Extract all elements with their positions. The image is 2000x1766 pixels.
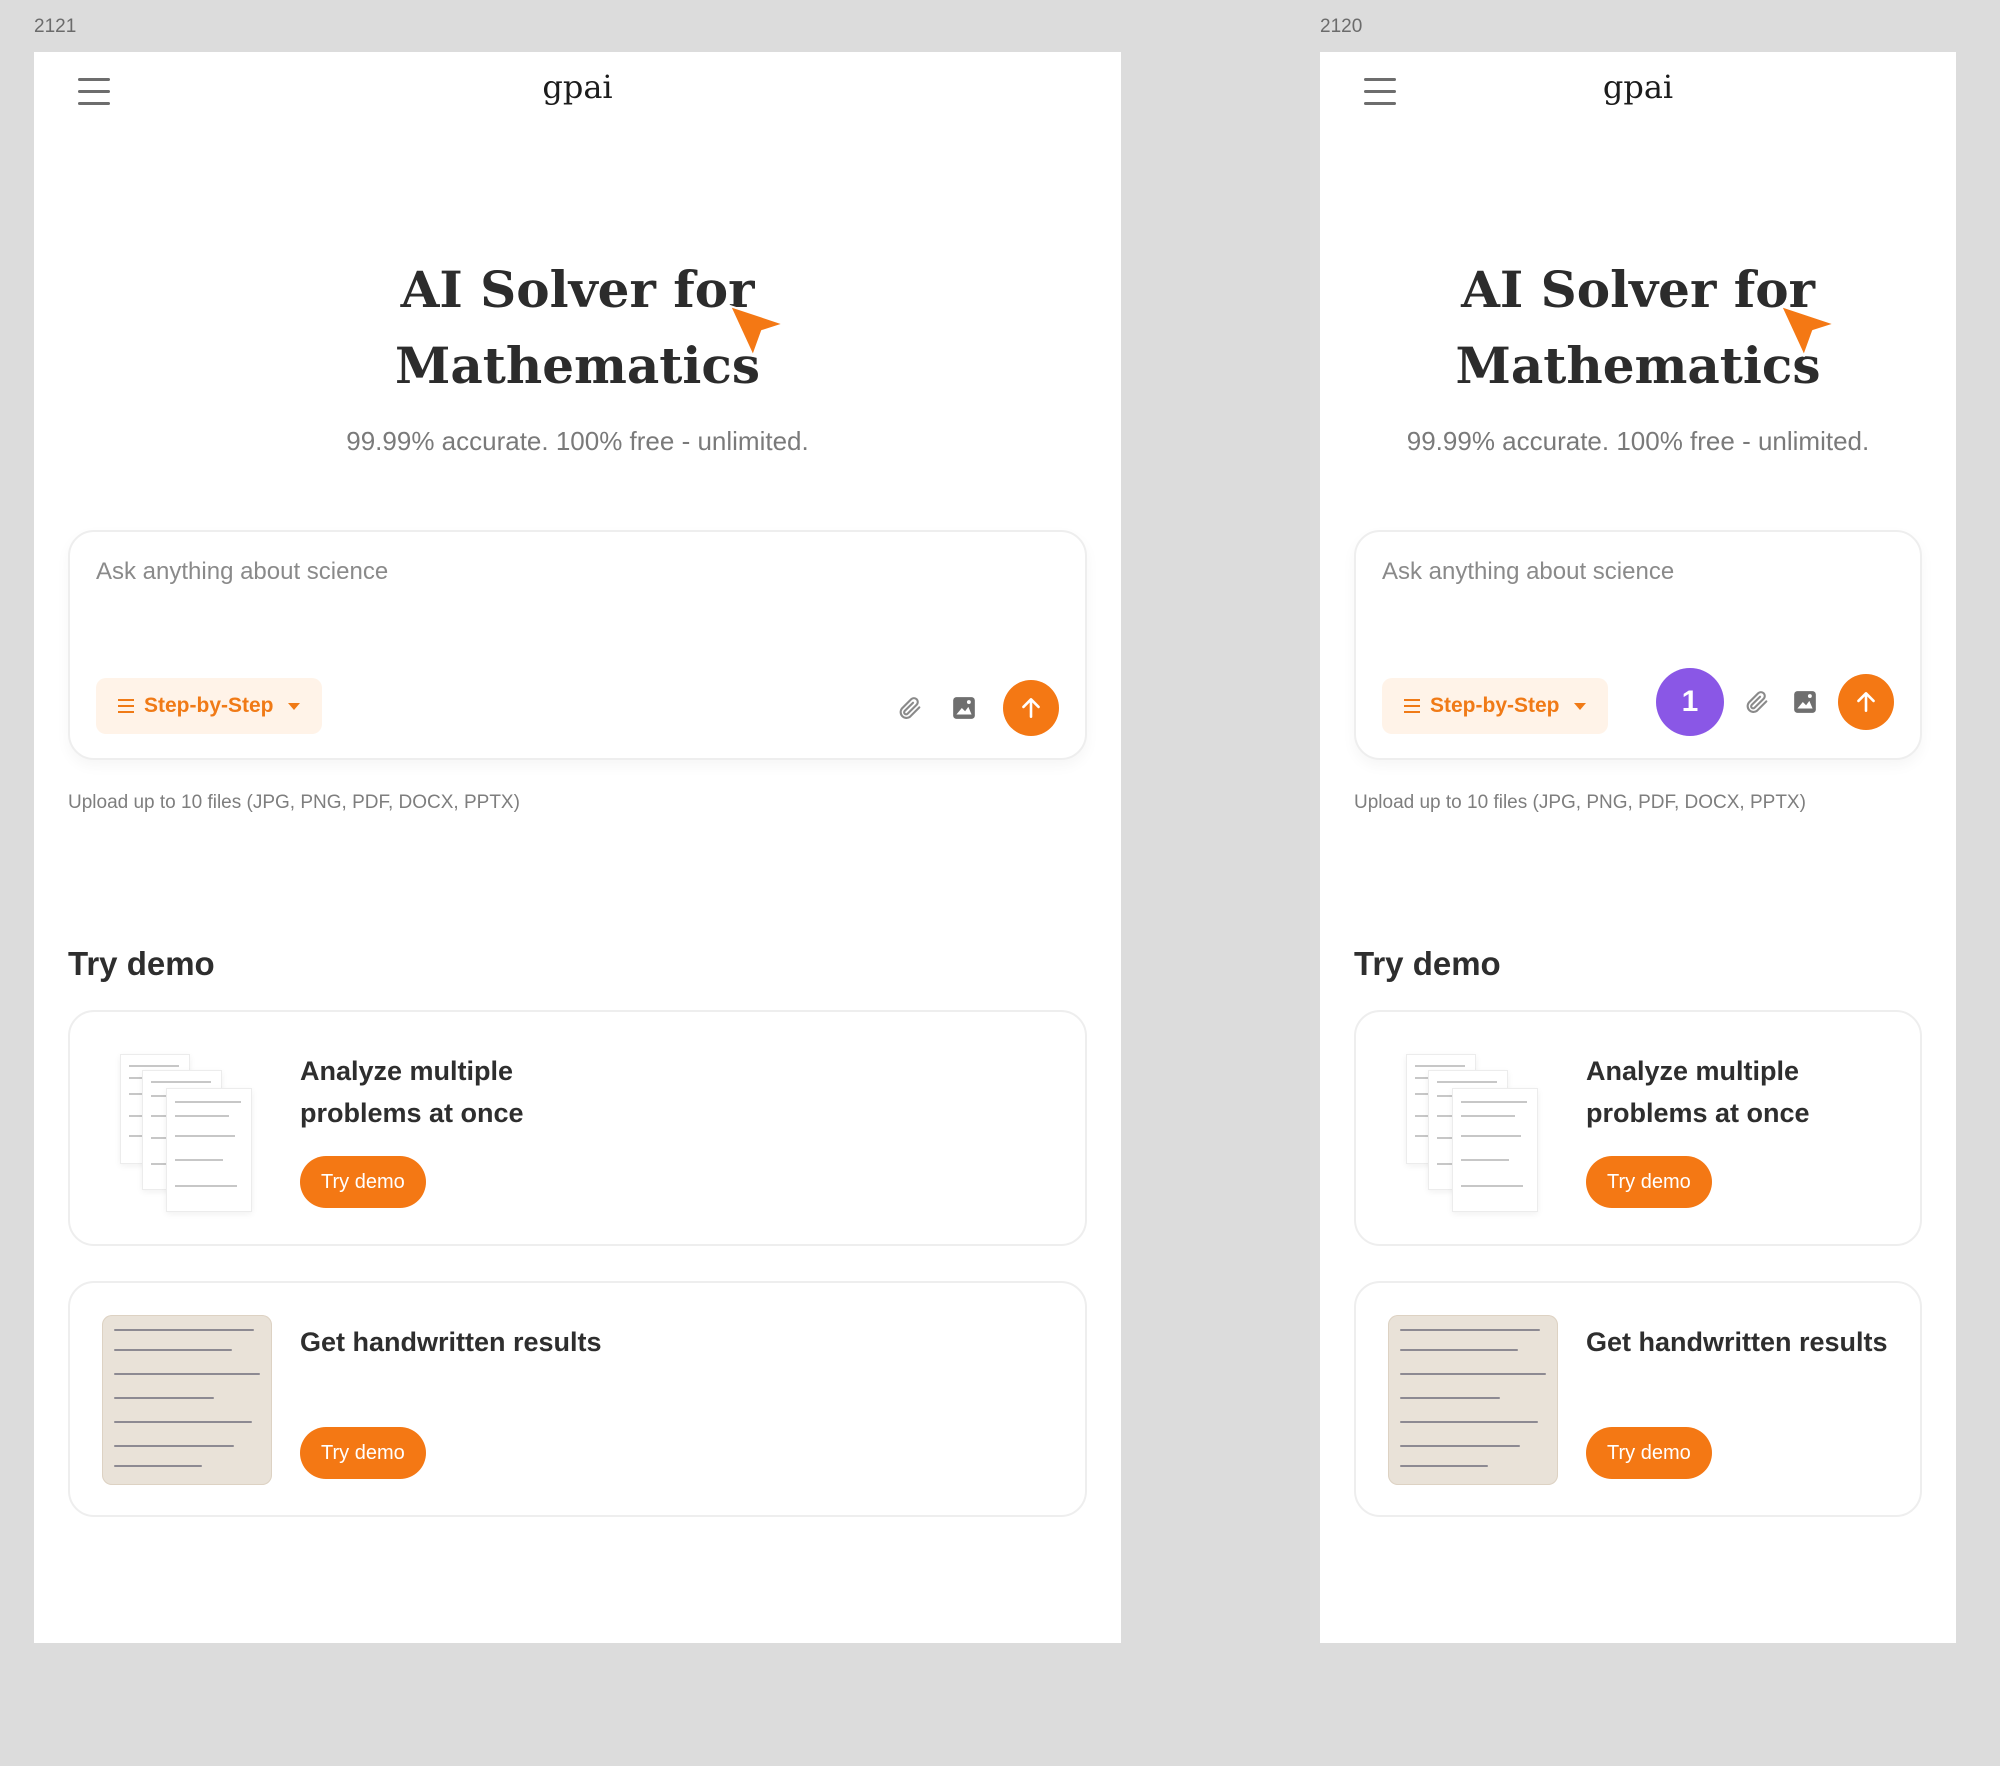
demo-card-handwritten[interactable]: Get handwritten results Try demo <box>1354 1281 1922 1517</box>
cursor-arrow-icon <box>729 305 785 357</box>
try-demo-button[interactable]: Try demo <box>300 1427 426 1479</box>
frame-label: 2121 <box>34 16 77 37</box>
attach-button[interactable] <box>1742 687 1772 717</box>
hero-title: AI Solver for Mathematics <box>34 252 1121 404</box>
paperclip-icon <box>899 697 921 719</box>
logo[interactable]: gpai <box>34 68 1121 106</box>
hero-title: AI Solver for Mathematics <box>1320 252 1956 404</box>
demo-card-multiple-problems[interactable]: Analyze multiple problems at once Try de… <box>1354 1010 1922 1246</box>
paperclip-icon <box>1746 691 1768 713</box>
multi-document-thumbnail <box>102 1044 272 1214</box>
handwritten-notes-thumbnail <box>1388 1315 1558 1485</box>
image-upload-button[interactable] <box>949 693 979 723</box>
try-demo-button[interactable]: Try demo <box>300 1156 426 1208</box>
mode-dropdown[interactable]: Step-by-Step <box>1382 678 1608 734</box>
hero-title-line-2: Mathematics <box>395 336 760 395</box>
demo-card-title: Analyze multiple problems at once <box>300 1056 524 1128</box>
arrow-up-icon <box>1857 692 1875 712</box>
mode-dropdown[interactable]: Step-by-Step <box>96 678 322 734</box>
send-button[interactable] <box>1838 674 1894 730</box>
try-demo-button[interactable]: Try demo <box>1586 1156 1712 1208</box>
question-input[interactable]: Ask anything about science <box>1382 558 1674 586</box>
caret-down-icon <box>287 702 300 710</box>
input-toolbar: 1 <box>1656 668 1894 736</box>
demo-section-title: Try demo <box>1354 945 1501 982</box>
demo-card-title: Get handwritten results <box>1586 1327 1888 1357</box>
list-icon <box>118 699 134 713</box>
mode-dropdown-label: Step-by-Step <box>144 694 274 717</box>
hero-title-line-1: AI Solver for <box>400 260 755 319</box>
question-input-card[interactable]: Ask anything about science Step-by-Step … <box>1354 530 1922 760</box>
cursor-arrow-icon <box>1780 305 1836 357</box>
attachment-count-badge[interactable]: 1 <box>1656 668 1724 736</box>
demo-card-title: Get handwritten results <box>300 1327 602 1357</box>
demo-section-title: Try demo <box>68 945 215 982</box>
image-icon <box>1794 691 1816 713</box>
question-input[interactable]: Ask anything about science <box>96 558 388 586</box>
question-input-card[interactable]: Ask anything about science Step-by-Step <box>68 530 1087 760</box>
mode-dropdown-label: Step-by-Step <box>1430 694 1560 717</box>
frame-label: 2120 <box>1320 16 1363 37</box>
list-icon <box>1404 699 1420 713</box>
demo-card-title: Analyze multiple problems at once <box>1586 1056 1810 1128</box>
input-toolbar <box>895 680 1059 736</box>
upload-note: Upload up to 10 files (JPG, PNG, PDF, DO… <box>1354 792 1806 813</box>
mobile-frame-2121: gpai AI Solver for Mathematics 99.99% ac… <box>34 52 1121 1643</box>
caret-down-icon <box>1573 702 1586 710</box>
hero-title-line-1: AI Solver for <box>1461 260 1815 319</box>
handwritten-notes-thumbnail <box>102 1315 272 1485</box>
multi-document-thumbnail <box>1388 1044 1558 1214</box>
try-demo-button[interactable]: Try demo <box>1586 1427 1712 1479</box>
hero-title-line-2: Mathematics <box>1455 336 1821 395</box>
upload-note: Upload up to 10 files (JPG, PNG, PDF, DO… <box>68 792 520 813</box>
demo-card-handwritten[interactable]: Get handwritten results Try demo <box>68 1281 1087 1517</box>
logo[interactable]: gpai <box>1320 68 1956 106</box>
mobile-frame-2120: gpai AI Solver for Mathematics 99.99% ac… <box>1320 52 1956 1643</box>
attach-button[interactable] <box>895 693 925 723</box>
demo-card-multiple-problems[interactable]: Analyze multiple problems at once Try de… <box>68 1010 1087 1246</box>
arrow-up-icon <box>1022 698 1040 718</box>
image-icon <box>953 697 975 719</box>
hero-subtitle: 99.99% accurate. 100% free - unlimited. <box>346 426 809 456</box>
send-button[interactable] <box>1003 680 1059 736</box>
hero-subtitle: 99.99% accurate. 100% free - unlimited. <box>1406 426 1870 456</box>
image-upload-button[interactable] <box>1790 687 1820 717</box>
